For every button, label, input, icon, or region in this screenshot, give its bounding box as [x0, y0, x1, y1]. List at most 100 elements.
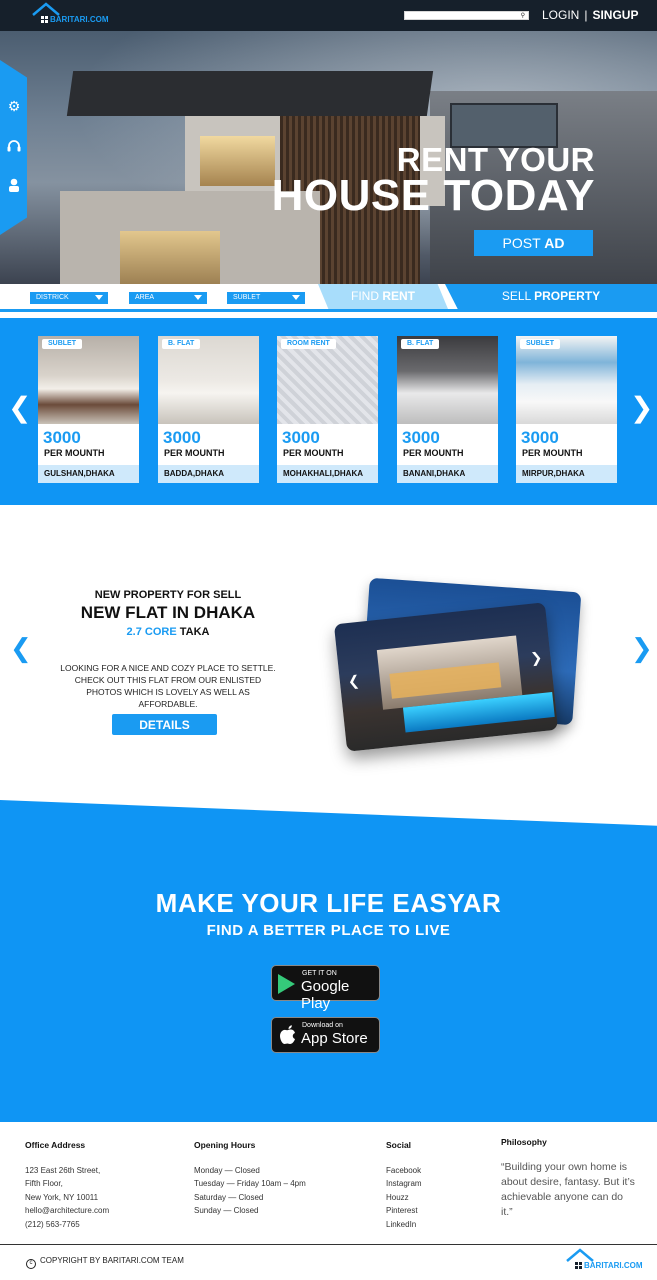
listing-tag: ROOM RENT — [281, 339, 336, 349]
post-ad-label-bold: AD — [544, 235, 565, 251]
footer-office-line: New York, NY 10011 — [25, 1192, 99, 1202]
featured-price-value: 2.7 CORE — [126, 626, 177, 638]
footer-philosophy-quote: “Building your own home is about desire,… — [501, 1161, 635, 1218]
footer-divider — [0, 1244, 657, 1245]
tab-find-rent-bold: RENT — [382, 289, 415, 303]
featured-description: LOOKING FOR A NICE AND COZY PLACE TO SET… — [60, 663, 276, 709]
listing-card[interactable]: B. FLAT 3000 PER MOUNTH BADDA,DHAKA — [158, 336, 259, 483]
featured-price-unit: TAKA — [179, 626, 210, 638]
listing-photo — [38, 336, 139, 424]
footer-philosophy-heading: Philosophy — [501, 1137, 547, 1147]
footer-office-line: Fifth Floor, — [25, 1179, 63, 1188]
footer-office-heading: Office Address — [25, 1140, 86, 1150]
type-select-value: SUBLET — [233, 294, 261, 301]
listing-card[interactable]: SUBLET 3000 PER MOUNTH MIRPUR,DHAKA — [516, 336, 617, 483]
google-play-big-text: Google Play — [301, 978, 350, 1012]
logo-text: BARITARI.COM — [41, 15, 109, 24]
featured-photo[interactable]: ❮ ❯ — [333, 602, 559, 752]
listing-period: PER MOUNTH — [44, 448, 105, 458]
listing-card[interactable]: ROOM RENT 3000 PER MOUNTH MOHAKHALI,DHAK… — [277, 336, 378, 483]
signup-link[interactable]: SINGUP — [592, 8, 638, 22]
headset-icon[interactable] — [6, 138, 22, 154]
chevron-left-icon[interactable]: ❮ — [10, 633, 32, 664]
site-logo[interactable]: BARITARI.COM — [32, 2, 122, 26]
house-logo-icon — [32, 2, 60, 16]
app-download-section — [0, 800, 657, 1122]
gear-icon[interactable]: ⚙ — [6, 98, 22, 114]
district-select[interactable]: DISTRICK — [30, 292, 108, 304]
featured-price: 2.7 CORE TAKA — [70, 626, 266, 638]
details-button[interactable]: DETAILS — [112, 714, 217, 735]
footer-hours-heading: Opening Hours — [194, 1140, 256, 1150]
chevron-right-icon[interactable]: ❯ — [530, 649, 543, 667]
chevron-left-icon[interactable]: ❮ — [347, 672, 360, 690]
post-ad-button[interactable]: POST AD — [474, 230, 593, 256]
chevron-down-icon — [194, 295, 202, 300]
featured-title: NEW FLAT IN DHAKA — [80, 603, 256, 622]
side-quick-menu: ⚙ — [0, 60, 27, 235]
tab-find-rent[interactable]: FIND RENT — [318, 284, 448, 309]
listing-card[interactable]: SUBLET 3000 PER MOUNTH GULSHAN,DHAKA — [38, 336, 139, 483]
auth-separator: | — [584, 8, 588, 22]
hero-banner: RENT YOUR HOUSE TODAY POST AD — [0, 31, 657, 284]
footer-social-pinterest[interactable]: Pinterest — [386, 1204, 422, 1218]
featured-property: ❮ ❯ NEW PROPERTY FOR SELL NEW FLAT IN DH… — [0, 505, 657, 825]
tab-find-rent-light: FIND — [350, 289, 379, 303]
listing-tag: B. FLAT — [401, 339, 440, 349]
listing-location: GULSHAN,DHAKA — [38, 465, 139, 483]
listing-price: 3000 — [282, 428, 320, 447]
footer-social-houzz[interactable]: Houzz — [386, 1191, 422, 1205]
post-ad-label-light: POST — [502, 235, 541, 251]
tab-sell-property[interactable]: SELL PROPERTY — [445, 284, 657, 309]
footer-logo[interactable]: BARITARI.COM — [566, 1248, 656, 1272]
footer-social-linkedin[interactable]: LinkedIn — [386, 1218, 422, 1232]
login-link[interactable]: LOGIN — [542, 8, 579, 22]
footer-hours: Opening Hours Monday — Closed Tuesday — … — [194, 1139, 306, 1218]
footer-social-heading: Social — [386, 1140, 412, 1150]
footer-social-facebook[interactable]: Facebook — [386, 1164, 422, 1178]
hero-building-glass-lower — [120, 231, 220, 284]
listing-price: 3000 — [43, 428, 81, 447]
footer-social-instagram[interactable]: Instagram — [386, 1177, 422, 1191]
type-select[interactable]: SUBLET — [227, 292, 305, 304]
listing-price: 3000 — [402, 428, 440, 447]
search-icon[interactable]: ⚲ — [521, 12, 525, 19]
chevron-right-icon[interactable]: ❯ — [631, 633, 653, 664]
user-icon[interactable] — [6, 177, 22, 193]
search-field[interactable]: ⚲ — [404, 11, 529, 28]
footer-hours-line: Monday — Closed — [194, 1165, 260, 1175]
listing-card[interactable]: B. FLAT 3000 PER MOUNTH BANANI,DHAKA — [397, 336, 498, 483]
chevron-right-icon[interactable]: ❯ — [630, 391, 653, 424]
footer-hours-line: Tuesday — Friday 10am – 4pm — [194, 1179, 306, 1188]
listing-location: MIRPUR,DHAKA — [516, 465, 617, 483]
listing-location: BADDA,DHAKA — [158, 465, 259, 483]
listing-location: MOHAKHALI,DHAKA — [277, 465, 378, 483]
area-select[interactable]: AREA — [129, 292, 207, 304]
auth-links: LOGIN | SINGUP — [542, 8, 638, 22]
listing-period: PER MOUNTH — [283, 448, 344, 458]
google-play-button[interactable]: GET IT ON Google Play — [271, 965, 380, 1012]
google-play-icon — [278, 974, 295, 994]
footer-email-link[interactable]: hello@architecture.com — [25, 1204, 109, 1218]
chevron-left-icon[interactable]: ❮ — [8, 391, 31, 424]
footer-hours-line: Saturday — Closed — [194, 1192, 264, 1202]
search-input[interactable] — [405, 20, 515, 28]
app-subtitle: FIND A BETTER PLACE TO LIVE — [206, 922, 451, 939]
listing-photo — [397, 336, 498, 424]
listing-photo — [516, 336, 617, 424]
footer-office-line: 123 East 26th Street, — [25, 1165, 101, 1175]
footer-phone: (212) 563-7765 — [25, 1219, 80, 1229]
copyright-text: COPYRIGHT BY BARITARI.COM TEAM — [40, 1256, 184, 1265]
app-store-big-text: App Store — [301, 1030, 368, 1047]
filter-bar-underline — [0, 309, 657, 312]
area-select-value: AREA — [135, 294, 155, 301]
listing-location: BANANI,DHAKA — [397, 465, 498, 483]
chevron-down-icon — [95, 295, 103, 300]
listing-photo — [158, 336, 259, 424]
hero-building-glass-upper — [200, 136, 275, 186]
district-select-value: DISTRICK — [36, 294, 69, 301]
app-store-button[interactable]: Download on App Store — [271, 1017, 380, 1053]
app-store-small-text: Download on — [302, 1022, 343, 1029]
google-play-small-text: GET IT ON — [302, 970, 337, 977]
top-bar: BARITARI.COM ⚲ LOGIN | SINGUP — [0, 0, 657, 31]
